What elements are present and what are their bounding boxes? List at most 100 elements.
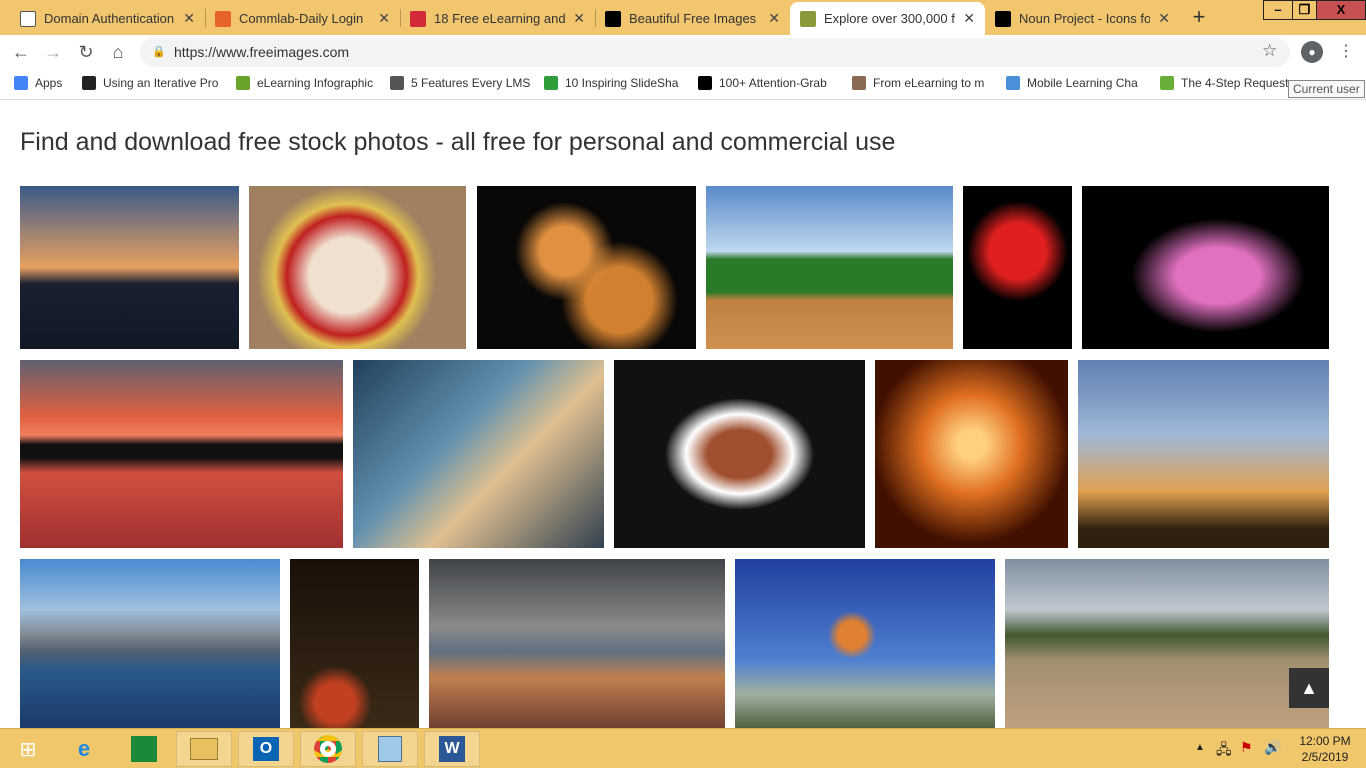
bookmark-item[interactable]: Apps [14,76,62,90]
url-text: https://www.freeimages.com [174,44,350,60]
lock-icon: 🔒 [152,46,166,58]
photo-red-tulip[interactable] [963,186,1072,349]
photo-city-clouds[interactable] [429,559,725,728]
scrollbar[interactable] [1354,100,1366,728]
bookmark-favicon-icon [390,76,404,90]
bookmark-item[interactable]: Using an Iterative Pro [82,76,218,90]
outlook-taskbar-button[interactable]: O [238,731,294,767]
browser-toolbar: ← → ↻ ⌂ 🔒 https://www.freeimages.com ☆ ●… [0,35,1366,70]
back-button[interactable]: ← [10,42,32,63]
bookmark-favicon-icon [236,76,250,90]
menu-icon[interactable]: ⋮ [1338,41,1354,61]
forward-button[interactable]: → [42,42,64,63]
tab-0[interactable]: Domain Authentication ✕ [10,2,205,35]
store-icon [131,736,157,762]
bookmark-label: 100+ Attention-Grab [719,76,827,90]
bookmarks-bar: Apps Using an Iterative Pro eLearning Info… [0,70,1366,100]
tab-2[interactable]: 18 Free eLearning and G ✕ [400,2,595,35]
photo-sunset-lake[interactable] [20,186,239,349]
minimize-button[interactable]: – [1263,0,1293,20]
close-window-button[interactable]: X [1316,0,1366,20]
tooltip: Current user [1288,80,1365,98]
photo-sushi-platter[interactable] [249,186,466,349]
tab-title: Explore over 300,000 fre [824,11,956,26]
bookmark-label: Using an Iterative Pro [103,76,219,90]
tab-4[interactable]: Explore over 300,000 fre ✕ [790,2,985,35]
noun-project-icon [995,10,1011,27]
close-tab-icon[interactable]: ✕ [963,10,975,27]
home-button[interactable]: ⌂ [107,42,129,63]
ampersand-icon [410,10,426,27]
bookmark-favicon-icon [852,76,866,90]
photo-poppy-sky[interactable] [735,559,995,728]
bookmark-favicon-icon [1160,76,1174,90]
bookmark-label: 10 Inspiring SlideSha [565,76,679,90]
photo-red-sunset-lake[interactable] [20,360,343,548]
clock-date: 2/5/2019 [1301,750,1349,764]
explorer-taskbar-button[interactable] [176,731,232,767]
back-to-top-button[interactable]: ▲ [1289,668,1329,708]
bookmark-label: Apps [35,76,63,90]
bookmark-star-icon[interactable]: ☆ [1262,41,1277,61]
tab-5[interactable]: Noun Project - Icons for ✕ [985,2,1180,35]
account-icon[interactable]: ● [1301,41,1323,63]
unsplash-icon [605,10,621,27]
bookmark-favicon-icon [1006,76,1020,90]
bookmark-label: From eLearning to m [873,76,985,90]
tab-1[interactable]: Commlab-Daily Login ✕ [205,2,400,35]
tab-title: Beautiful Free Images & [629,11,761,26]
clock-time: 12:00 PM [1299,734,1351,748]
tab-3[interactable]: Beautiful Free Images & ✕ [595,2,790,35]
apps-grid-icon [14,76,28,90]
word-taskbar-button[interactable]: W [424,731,480,767]
photo-sunrays-clouds[interactable] [1078,360,1329,548]
close-tab-icon[interactable]: ✕ [1158,10,1170,27]
action-center-flag-icon[interactable]: ⚑ [1240,739,1253,756]
tab-title: Commlab-Daily Login [239,11,364,26]
bookmark-item[interactable]: The 4-Step Request [1160,76,1288,90]
clock[interactable]: 12:00 PM 2/5/2019 [1290,733,1360,765]
notepad-taskbar-button[interactable] [362,731,418,767]
photo-water-splash[interactable] [353,360,604,548]
start-button[interactable]: ⊞ [0,731,56,767]
ie-taskbar-button[interactable]: e [56,731,112,767]
commlab-icon [215,10,231,27]
photo-beach-trees[interactable] [1005,559,1329,728]
close-tab-icon[interactable]: ✕ [378,10,390,27]
photo-pink-lotus[interactable] [1082,186,1329,349]
bookmark-item[interactable]: From eLearning to m [852,76,984,90]
show-hidden-icons-button[interactable]: ▲ [1195,742,1205,753]
tab-title: Noun Project - Icons for [1019,11,1151,26]
close-tab-icon[interactable]: ✕ [573,10,585,27]
bookmark-item[interactable]: Mobile Learning Cha [1006,76,1138,90]
bookmark-item[interactable]: 5 Features Every LMS [390,76,530,90]
address-bar[interactable]: 🔒 https://www.freeimages.com [140,38,1290,67]
chrome-taskbar-button[interactable] [300,731,356,767]
bookmark-favicon-icon [544,76,558,90]
bookmark-item[interactable]: 100+ Attention-Grab [698,76,827,90]
windows-icon: ⊞ [19,738,37,761]
page-title: Find and download free stock photos - al… [20,128,896,156]
photo-pears[interactable] [477,186,696,349]
photo-tractor[interactable] [706,186,953,349]
bookmark-item[interactable]: eLearning Infographic [236,76,373,90]
bookmark-favicon-icon [82,76,96,90]
bookmark-label: 5 Features Every LMS [411,76,531,90]
store-taskbar-button[interactable] [116,731,172,767]
maximize-button[interactable]: ❐ [1292,0,1317,20]
reload-button[interactable]: ↻ [75,42,97,63]
photo-candlestick-apple[interactable] [290,559,419,728]
bookmark-label: Mobile Learning Cha [1027,76,1138,90]
notepad-icon [378,736,402,762]
photo-spider[interactable] [875,360,1068,548]
volume-icon[interactable]: 🔊 [1264,739,1281,756]
photo-salad[interactable] [614,360,865,548]
network-icon[interactable]: 🖧 [1216,739,1232,763]
photo-mountain-lake[interactable] [20,559,280,728]
new-tab-button[interactable]: + [1186,5,1212,31]
outlook-icon: O [253,737,279,761]
close-tab-icon[interactable]: ✕ [183,10,195,27]
page-icon [20,10,36,27]
close-tab-icon[interactable]: ✕ [768,10,780,27]
bookmark-item[interactable]: 10 Inspiring SlideSha [544,76,678,90]
